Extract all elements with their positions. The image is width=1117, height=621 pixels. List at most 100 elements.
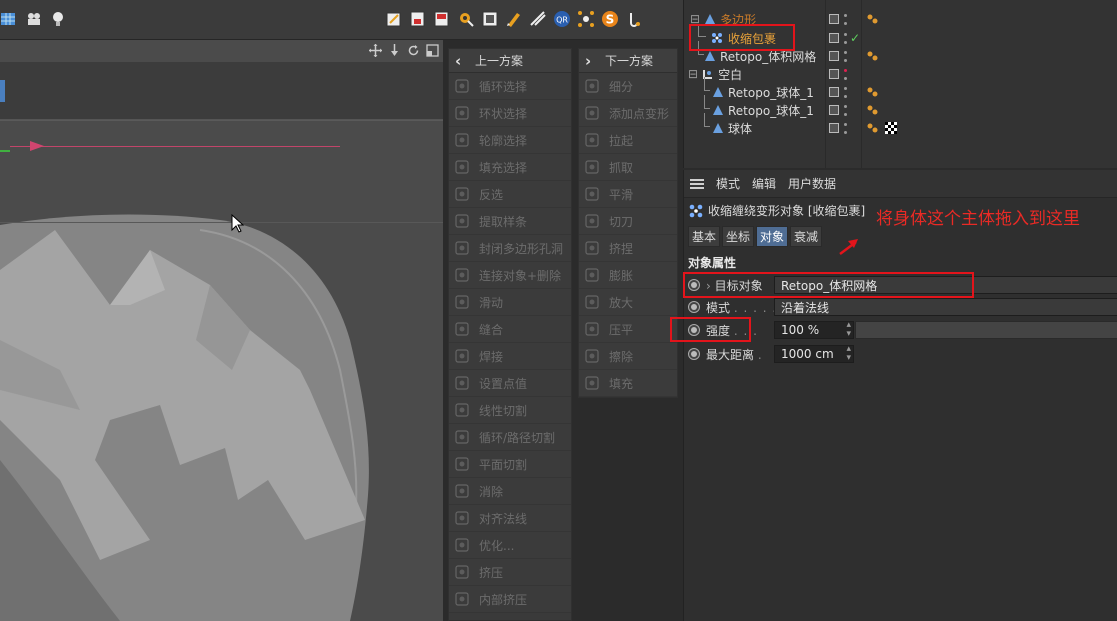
command-item[interactable]: 添加点变形 [579,100,677,127]
command-item[interactable]: 填充 [579,370,677,397]
command-item[interactable]: 缝合 [449,316,571,343]
render-visibility-toggle[interactable] [844,13,847,25]
phong-tag-icon[interactable] [867,50,879,62]
phong-tag-icon[interactable] [867,122,879,134]
render-settings-icon[interactable] [456,9,476,29]
maximize-view-icon[interactable] [426,44,439,57]
pan-view-icon[interactable] [388,44,401,57]
render-region-icon[interactable] [384,9,404,29]
render-visibility-toggle[interactable] [844,104,847,116]
command-item[interactable]: 填充选择 [449,154,571,181]
next-scheme-button[interactable]: › 下一方案 [579,49,677,73]
render-visibility-toggle[interactable] [844,86,847,98]
command-item[interactable]: 细分 [579,73,677,100]
knife-icon[interactable] [528,9,548,29]
object-row[interactable]: Retopo_球体_1 [684,95,1117,119]
object-name-retopo-sphere[interactable]: Retopo_球体_1 [712,84,814,101]
previous-scheme-button[interactable]: ‹ 上一方案 [449,49,571,73]
command-item[interactable]: 环状选择 [449,100,571,127]
viewport-tab-indicator[interactable] [0,80,5,102]
tab-coordinates[interactable]: 坐标 [722,226,755,247]
command-item[interactable]: 消除 [449,478,571,505]
qr-plugin-icon[interactable]: QR [552,9,572,29]
3d-viewport[interactable] [0,40,443,621]
s-plugin-icon[interactable]: S [600,9,620,29]
command-item[interactable]: 封闭多边形孔洞 [449,235,571,262]
menu-mode[interactable]: 模式 [716,175,740,192]
editor-visibility-toggle[interactable] [829,51,839,61]
editor-visibility-toggle[interactable] [829,33,839,43]
max-distance-animate-toggle[interactable] [688,348,700,360]
command-item[interactable]: 连接对象+删除 [449,262,571,289]
object-name-null[interactable]: ⊟ 空白 [688,66,742,83]
command-item[interactable]: 平面切割 [449,451,571,478]
object-row[interactable]: ⊟ 空白 [684,65,1117,83]
object-name-retopo-sphere[interactable]: Retopo_球体_1 [712,102,814,119]
command-item[interactable]: 内部挤压 [449,586,571,613]
brush-icon[interactable] [504,9,524,29]
timer-icon[interactable] [624,9,644,29]
command-item[interactable]: 循环/路径切割 [449,424,571,451]
tab-object[interactable]: 对象 [756,226,789,247]
render-view-icon[interactable] [408,9,428,29]
move-view-icon[interactable] [369,44,382,57]
object-row[interactable]: 球体 [684,113,1117,137]
max-distance-input[interactable]: 1000 cm ▴ ▾ [774,345,854,363]
phong-tag-icon[interactable] [867,86,879,98]
menu-user-data[interactable]: 用户数据 [788,175,836,192]
command-item[interactable]: 滑动 [449,289,571,316]
strength-input[interactable]: 100 % ▴ ▾ [774,321,854,339]
mode-dropdown[interactable]: 沿着法线 [774,298,1117,316]
strength-stepper-icon[interactable]: ▴ ▾ [846,321,851,339]
command-item[interactable]: 挤压 [449,559,571,586]
checker-material-tag-icon[interactable] [885,122,897,134]
command-item[interactable]: 膨胀 [579,262,677,289]
command-item[interactable]: 平滑 [579,181,677,208]
phong-tag-icon[interactable] [867,13,879,25]
render-visibility-toggle[interactable] [844,122,847,134]
editor-visibility-toggle[interactable] [829,123,839,133]
command-item[interactable]: 线性切割 [449,397,571,424]
film-icon[interactable] [24,9,44,29]
light-icon[interactable] [48,9,68,29]
command-item[interactable]: 焊接 [449,343,571,370]
command-item[interactable]: 提取样条 [449,208,571,235]
command-item[interactable]: 轮廓选择 [449,127,571,154]
tab-falloff[interactable]: 衰减 [790,226,823,247]
render-visibility-toggle[interactable] [844,50,847,62]
command-item[interactable]: 挤捏 [579,235,677,262]
command-item[interactable]: 抓取 [579,154,677,181]
max-distance-stepper-icon[interactable]: ▴ ▾ [846,345,851,363]
command-item[interactable]: 优化... [449,532,571,559]
render-icon[interactable] [432,9,452,29]
command-item[interactable]: 压平 [579,316,677,343]
strength-slider[interactable] [855,321,1117,339]
command-item[interactable]: 设置点值 [449,370,571,397]
editor-visibility-toggle[interactable] [829,14,839,24]
command-item[interactable]: 反选 [449,181,571,208]
editor-visibility-toggle[interactable] [829,69,839,79]
picture-viewer-icon[interactable] [480,9,500,29]
command-item[interactable]: 擦除 [579,343,677,370]
command-item[interactable]: 循环选择 [449,73,571,100]
explode-icon[interactable] [576,9,596,29]
editor-visibility-toggle[interactable] [829,105,839,115]
editor-visibility-toggle[interactable] [829,87,839,97]
tab-basic[interactable]: 基本 [688,226,721,247]
command-item[interactable]: 切刀 [579,208,677,235]
layout-icon[interactable] [0,9,20,29]
object-name-sphere[interactable]: 球体 [712,120,752,137]
command-item[interactable]: 放大 [579,289,677,316]
render-visibility-toggle[interactable] [844,68,847,80]
command-item[interactable]: 对齐法线 [449,505,571,532]
render-visibility-toggle[interactable] [844,32,847,44]
command-item[interactable]: 拉起 [579,127,677,154]
menu-edit[interactable]: 编辑 [752,175,776,192]
object-row[interactable]: Retopo_球体_1 [684,77,1117,101]
hamburger-menu-icon[interactable] [690,178,704,189]
mode-animate-toggle[interactable] [688,301,700,313]
enabled-check-icon[interactable]: ✓ [850,31,860,45]
phong-tag-icon[interactable] [867,104,879,116]
viewport-scene [0,40,443,621]
rotate-view-icon[interactable] [407,44,420,57]
